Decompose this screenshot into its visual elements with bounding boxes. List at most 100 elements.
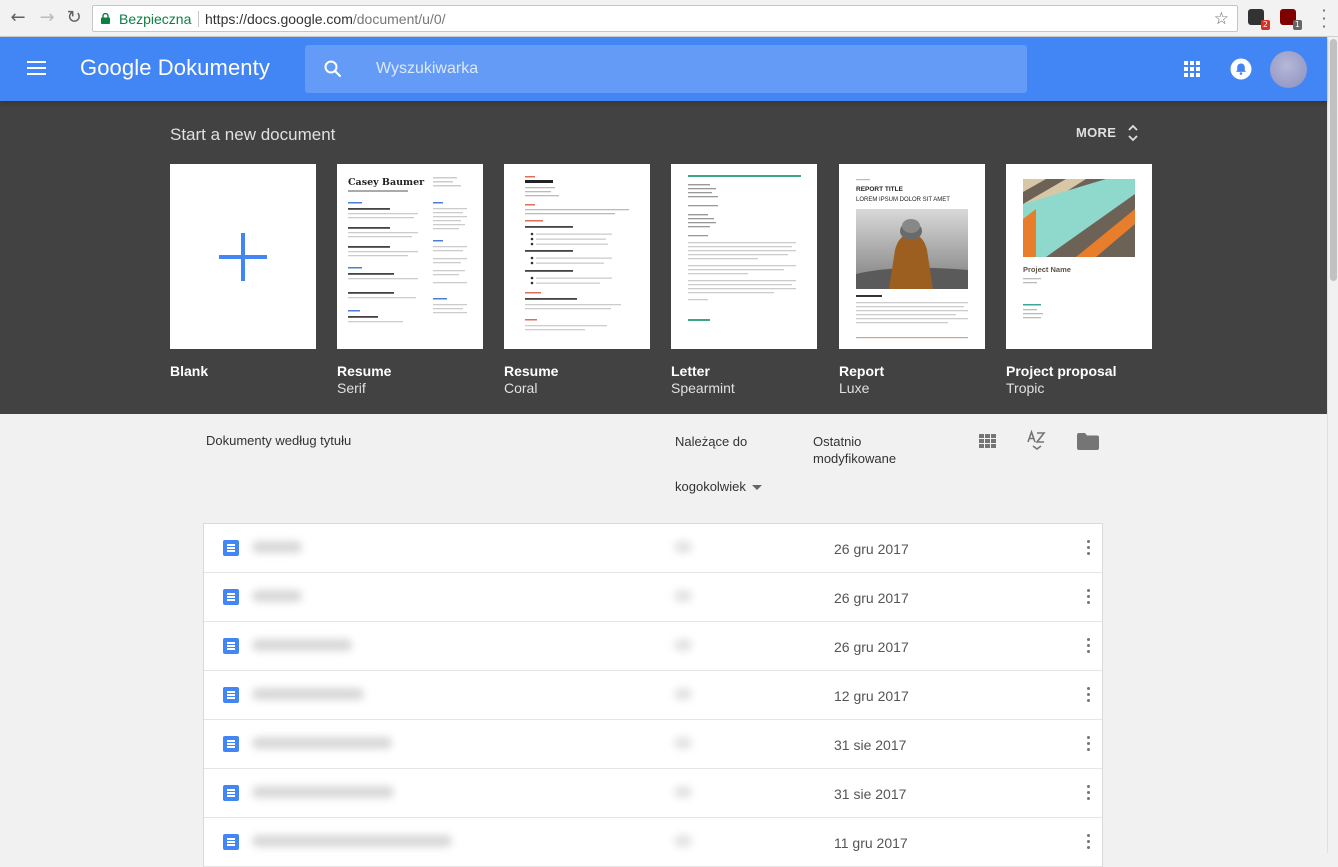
thumb-subheading: LOREM IPSUM DOLOR SIT AMET	[856, 197, 950, 203]
ublock-icon[interactable]: 1	[1280, 9, 1302, 30]
template-thumbnail[interactable]: Casey Baumer	[337, 164, 483, 349]
template-blank[interactable]: Blank	[170, 164, 316, 379]
template-resume-coral[interactable]: Resume Coral	[504, 164, 650, 396]
folder-picker-icon[interactable]	[1077, 433, 1099, 450]
apps-grid-icon[interactable]	[1184, 61, 1200, 77]
search-icon[interactable]	[323, 59, 343, 79]
back-arrow-icon[interactable]: ←	[8, 8, 28, 28]
document-modified-date: 31 sie 2017	[834, 786, 907, 802]
docs-file-icon	[223, 540, 239, 556]
resume-coral-preview	[525, 176, 629, 331]
template-thumbnail[interactable]	[671, 164, 817, 349]
product-title[interactable]: Google Dokumenty	[80, 55, 270, 81]
document-title-redacted[interactable]	[252, 541, 302, 553]
template-thumbnail[interactable]	[504, 164, 650, 349]
search-input[interactable]: Wyszukiwarka	[376, 60, 478, 78]
document-row[interactable]: 26 gru 2017	[204, 573, 1102, 622]
resume-serif-preview: Casey Baumer	[348, 177, 467, 323]
template-variant: Serif	[337, 380, 366, 396]
document-row[interactable]: 26 gru 2017	[204, 622, 1102, 671]
project-tropic-preview: Project Name	[1023, 179, 1135, 319]
url-path: /document/u/0/	[352, 11, 446, 27]
document-list: 26 gru 2017 26 gru 2017 26 gru 2017 12 gru …	[203, 523, 1103, 867]
sort-by-title-label[interactable]: Dokumenty według tytułu	[206, 433, 351, 448]
more-templates-button[interactable]: MORE	[1076, 125, 1116, 140]
document-title-redacted[interactable]	[252, 688, 364, 700]
lock-icon	[101, 13, 110, 24]
owner-filter-dropdown[interactable]: kogokolwiek	[675, 476, 762, 498]
account-avatar[interactable]	[1270, 51, 1307, 88]
document-owner-redacted	[674, 590, 692, 602]
document-row[interactable]: 31 sie 2017	[204, 720, 1102, 769]
more-options-icon[interactable]	[1087, 638, 1091, 654]
template-project-proposal-tropic[interactable]: Project Name Project proposal Tropic	[1006, 164, 1152, 396]
template-name: Resume	[337, 363, 392, 379]
reload-icon[interactable]: ↻	[64, 8, 84, 28]
template-thumbnail[interactable]	[170, 164, 316, 349]
document-row[interactable]: 26 gru 2017	[204, 524, 1102, 573]
more-options-icon[interactable]	[1087, 736, 1091, 752]
template-thumbnail[interactable]: REPORT TITLE LOREM IPSUM DOLOR SIT AMET	[839, 164, 985, 349]
template-variant: Coral	[504, 380, 538, 396]
docs-file-icon	[223, 638, 239, 654]
template-resume-serif[interactable]: Casey Baumer Resume Serif	[337, 164, 483, 396]
document-title-redacted[interactable]	[252, 639, 352, 651]
document-title-redacted[interactable]	[252, 835, 452, 847]
letter-spearmint-preview	[688, 175, 801, 321]
extension-icon[interactable]: 2	[1248, 9, 1270, 30]
page-scrollbar[interactable]	[1327, 37, 1338, 853]
forward-arrow-icon[interactable]: →	[37, 8, 57, 28]
url-host: https://docs.google.com	[205, 11, 353, 27]
document-owner-redacted	[674, 688, 692, 700]
owner-filter[interactable]: Należące do kogokolwiek	[675, 431, 762, 498]
document-owner-redacted	[674, 786, 692, 798]
template-variant: Tropic	[1006, 380, 1045, 396]
template-name: Resume	[504, 363, 559, 379]
docs-file-icon	[223, 687, 239, 703]
search-box[interactable]: Wyszukiwarka	[305, 45, 1027, 93]
document-row[interactable]: 31 sie 2017	[204, 769, 1102, 818]
bookmark-star-icon[interactable]: ☆	[1214, 9, 1229, 29]
document-owner-redacted	[674, 541, 692, 553]
docs-file-icon	[223, 589, 239, 605]
document-row[interactable]: 12 gru 2017	[204, 671, 1102, 720]
more-options-icon[interactable]	[1087, 540, 1091, 556]
template-report-luxe[interactable]: REPORT TITLE LOREM IPSUM DOLOR SIT AMET	[839, 164, 985, 396]
plus-icon	[219, 233, 267, 281]
menu-icon[interactable]	[27, 61, 47, 77]
document-title-redacted[interactable]	[252, 786, 394, 798]
docs-file-icon	[223, 834, 239, 850]
more-options-icon[interactable]	[1087, 834, 1091, 850]
last-modified-label-line2: modyfikowane	[813, 451, 897, 466]
notifications-bell-icon[interactable]	[1230, 58, 1252, 80]
template-thumbnail[interactable]: Project Name	[1006, 164, 1152, 349]
document-owner-redacted	[674, 639, 692, 651]
more-options-icon[interactable]	[1087, 785, 1091, 801]
template-gallery: Start a new document MORE Blank Casey Ba…	[0, 101, 1327, 414]
template-name: Report	[839, 363, 885, 379]
sort-az-icon[interactable]	[1027, 428, 1047, 452]
last-modified-column[interactable]: Ostatnio modyfikowane	[813, 433, 896, 467]
address-divider	[198, 11, 199, 27]
scrollbar-thumb[interactable]	[1330, 39, 1337, 281]
expand-chevrons-icon[interactable]	[1127, 121, 1139, 145]
address-bar[interactable]: Bezpieczna https://docs.google.com/docum…	[92, 5, 1238, 32]
browser-menu-icon[interactable]: · · ·	[1321, 3, 1327, 35]
document-row[interactable]: 11 gru 2017	[204, 818, 1102, 867]
document-title-redacted[interactable]	[252, 737, 392, 749]
document-modified-date: 26 gru 2017	[834, 590, 909, 606]
thumb-heading: Project Name	[1023, 265, 1071, 274]
template-letter-spearmint[interactable]: Letter Spearmint	[671, 164, 817, 396]
template-variant: Spearmint	[671, 380, 735, 396]
thumb-heading: Casey Baumer	[348, 177, 425, 188]
extension-badge: 1	[1292, 20, 1302, 30]
url-text[interactable]: https://docs.google.com/document/u/0/	[205, 11, 446, 27]
grid-view-icon[interactable]	[979, 434, 996, 448]
more-options-icon[interactable]	[1087, 687, 1091, 703]
document-title-redacted[interactable]	[252, 590, 302, 602]
report-luxe-preview: REPORT TITLE LOREM IPSUM DOLOR SIT AMET	[856, 179, 968, 339]
browser-toolbar: ← → ↻ Bezpieczna https://docs.google.com…	[0, 0, 1338, 37]
document-owner-redacted	[674, 737, 692, 749]
document-modified-date: 11 gru 2017	[834, 835, 908, 851]
more-options-icon[interactable]	[1087, 589, 1091, 605]
